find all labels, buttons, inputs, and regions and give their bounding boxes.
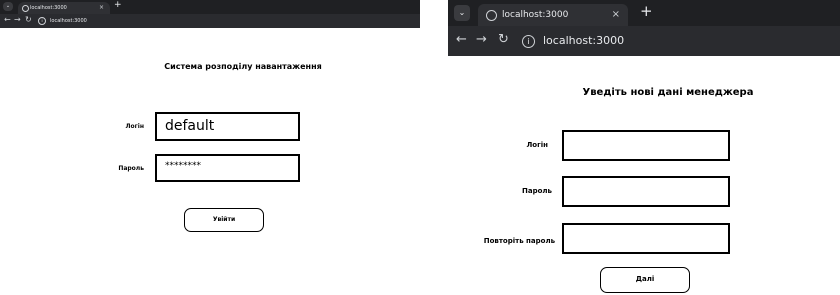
reload-icon[interactable]: ↻: [25, 15, 32, 24]
url-text: localhost:3000: [50, 18, 87, 24]
password-label: Пароль: [118, 165, 144, 172]
toolbar: ← → ↻ i localhost:3000: [0, 14, 420, 28]
repeat-password-label: Повторіть пароль: [483, 237, 555, 245]
tab-title: localhost:3000: [30, 5, 67, 11]
manager-window: ⌄ localhost:3000 × + ← → ↻ i localhost:30…: [448, 0, 840, 295]
tab-bar: ⌄ localhost:3000 × +: [448, 0, 840, 26]
login-value: default: [165, 118, 215, 134]
close-icon[interactable]: ×: [99, 2, 104, 14]
toolbar: ← → ↻ i localhost:3000: [448, 26, 840, 56]
site-info-icon[interactable]: i: [522, 34, 535, 48]
repeat-password-input[interactable]: [562, 223, 730, 254]
new-tab-icon[interactable]: +: [114, 0, 122, 10]
forward-icon[interactable]: →: [14, 15, 21, 24]
page-title: Уведіть нові дані менеджера: [582, 87, 754, 98]
page-title: Система розподілу навантаження: [164, 62, 322, 71]
login-button[interactable]: Увійти: [184, 208, 264, 232]
back-icon[interactable]: ←: [456, 32, 467, 47]
url-text: localhost:3000: [543, 34, 625, 47]
login-input[interactable]: default: [155, 112, 300, 141]
tab-list-button[interactable]: ⌄: [3, 2, 13, 11]
tab-list-icon: ⌄: [5, 3, 11, 9]
tab-list-button[interactable]: ⌄: [454, 5, 470, 21]
browser-tab[interactable]: localhost:3000 ×: [18, 2, 110, 14]
forward-icon[interactable]: →: [476, 32, 487, 47]
close-icon[interactable]: ×: [612, 4, 620, 26]
password-value: ********: [165, 161, 201, 171]
globe-icon: [22, 5, 29, 12]
tab-title: localhost:3000: [502, 10, 569, 20]
login-window: ⌄ localhost:3000 × + ← → ↻ i localhost:30…: [0, 0, 420, 295]
reload-icon[interactable]: ↻: [498, 32, 509, 47]
login-label: Логін: [125, 123, 144, 130]
login-input[interactable]: [562, 130, 730, 161]
globe-icon: [486, 10, 497, 21]
password-input[interactable]: [562, 176, 730, 207]
login-label: Логін: [526, 141, 548, 149]
site-info-icon[interactable]: i: [38, 17, 46, 25]
new-tab-icon[interactable]: +: [640, 2, 653, 20]
password-input[interactable]: ********: [155, 154, 300, 182]
password-label: Пароль: [522, 187, 552, 195]
address-bar[interactable]: i localhost:3000: [38, 16, 398, 26]
tab-bar: ⌄ localhost:3000 × +: [0, 0, 420, 14]
back-icon[interactable]: ←: [4, 15, 11, 24]
browser-tab[interactable]: localhost:3000 ×: [478, 4, 628, 26]
next-button[interactable]: Далі: [600, 267, 690, 293]
tab-list-icon: ⌄: [458, 8, 466, 17]
address-bar[interactable]: i localhost:3000: [522, 30, 822, 52]
